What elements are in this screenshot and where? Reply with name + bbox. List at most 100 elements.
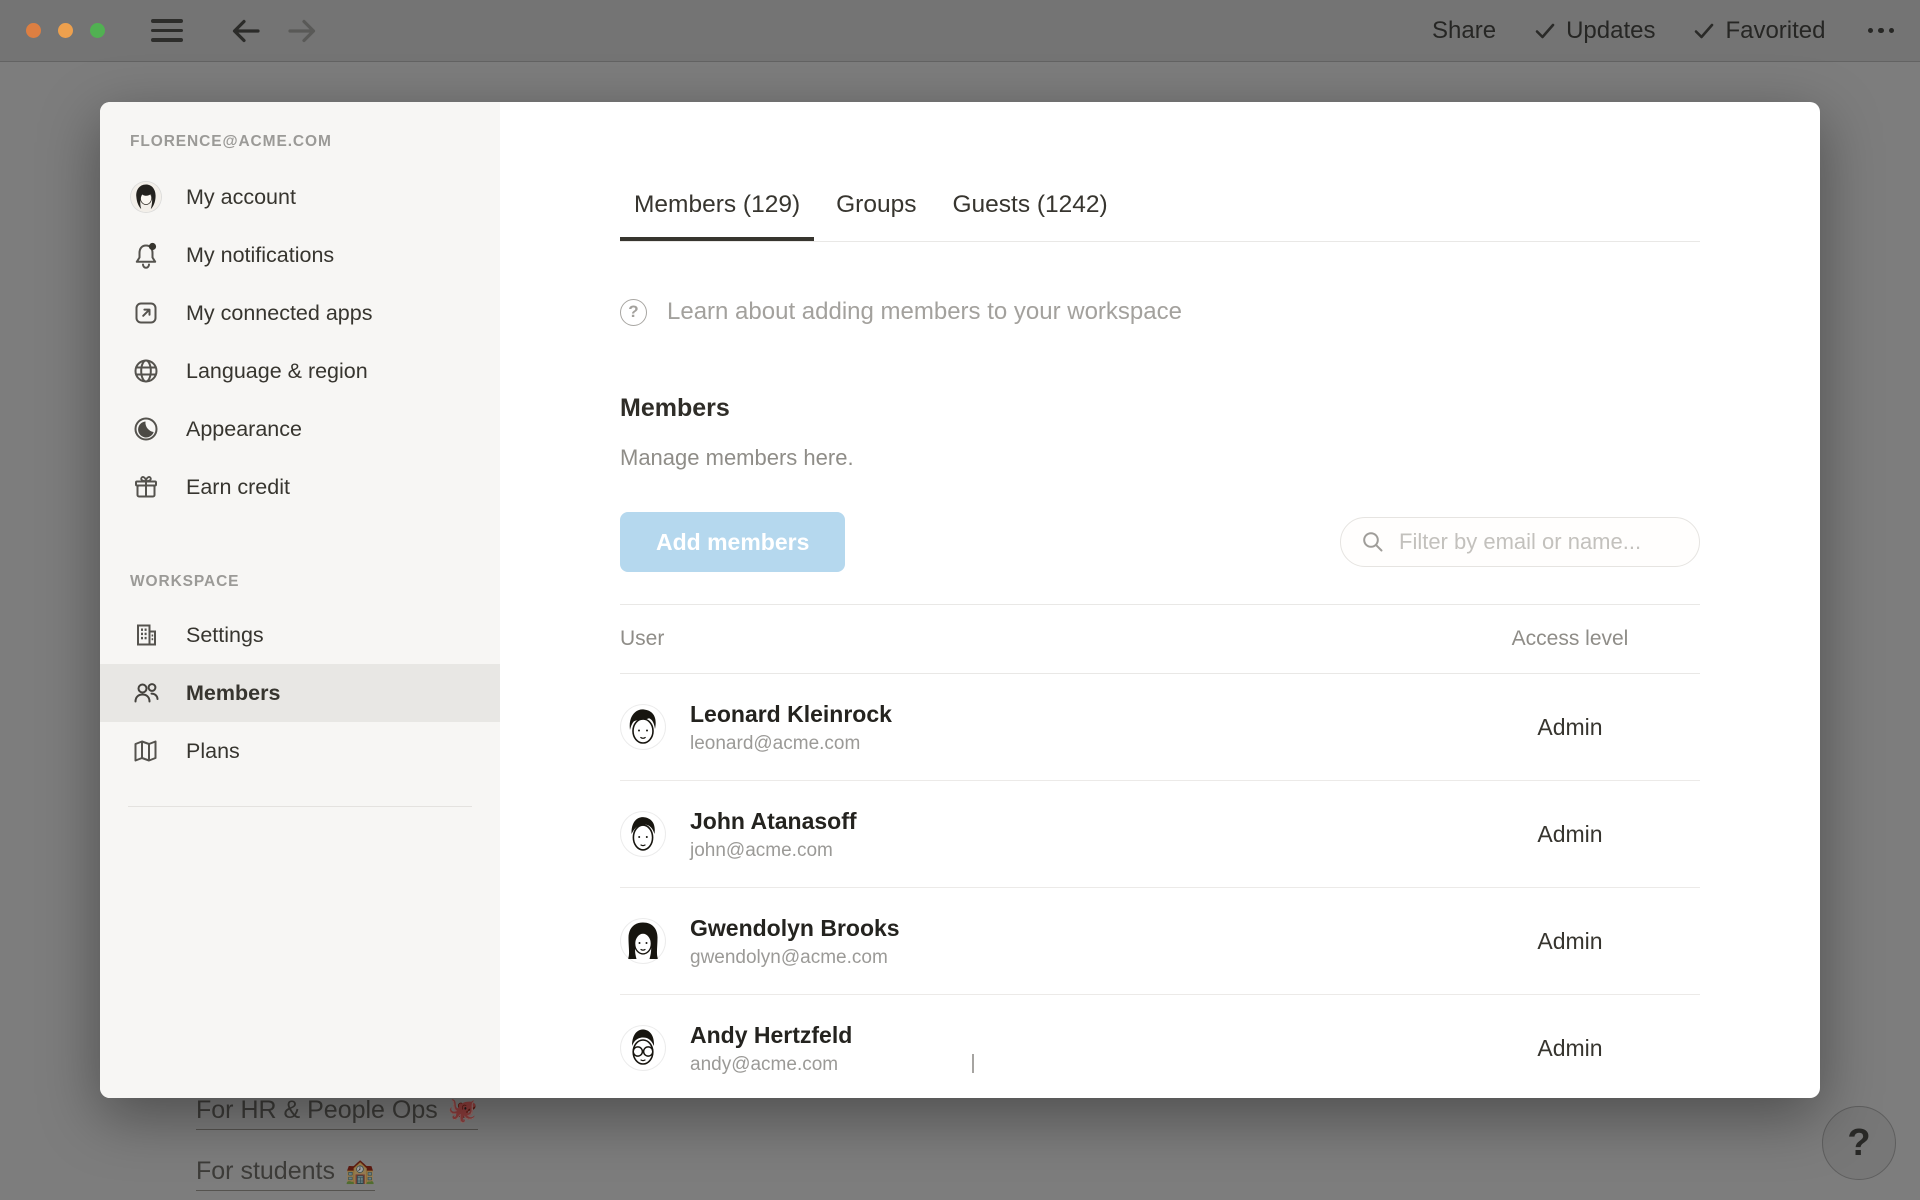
octopus-emoji: 🐙 (448, 1096, 478, 1125)
workspace-section-label: WORKSPACE (100, 570, 500, 594)
check-icon (1693, 22, 1715, 40)
sidebar-item-label: Settings (186, 623, 264, 648)
template-link-label: For students (196, 1157, 335, 1186)
member-row: Andy Hertzfeld andy@acme.com Admin (620, 995, 1700, 1098)
tab-label: Members (129) (634, 191, 800, 219)
search-icon (1361, 530, 1385, 554)
member-email: leonard@acme.com (690, 733, 892, 755)
sidebar-item-label: My connected apps (186, 301, 372, 326)
sidebar-item-label: My notifications (186, 243, 334, 268)
members-table-header: User Access level (620, 604, 1700, 674)
box-arrow-icon (130, 297, 162, 329)
member-email: john@acme.com (690, 840, 857, 862)
filter-input-wrapper (1340, 517, 1700, 567)
minimize-window-button[interactable] (58, 23, 73, 38)
school-emoji: 🏫 (345, 1157, 375, 1186)
filter-members-input[interactable] (1397, 528, 1679, 556)
members-actions-row: Add members (620, 512, 1700, 572)
sidebar-item-appearance[interactable]: Appearance (100, 400, 500, 458)
template-link-label: For HR & People Ops (196, 1096, 438, 1125)
learn-link-label: Learn about adding members to your works… (667, 298, 1182, 326)
close-window-button[interactable] (26, 23, 41, 38)
more-options-button[interactable] (1868, 28, 1895, 34)
members-section-subtitle: Manage members here. (620, 444, 1700, 472)
member-avatar (620, 811, 666, 857)
back-button[interactable] (229, 17, 263, 45)
member-row: John Atanasoff john@acme.com Admin (620, 781, 1700, 888)
member-name: Andy Hertzfeld (690, 1021, 852, 1049)
tab-label: Groups (836, 191, 916, 219)
share-button[interactable]: Share (1432, 17, 1496, 45)
bell-icon (130, 239, 162, 271)
tab-members[interactable]: Members (129) (620, 169, 814, 241)
sidebar-item-language-region[interactable]: Language & region (100, 342, 500, 400)
members-panel: Members (129) Groups Guests (1242) ? Lea… (500, 102, 1820, 1098)
settings-modal: FLORENCE@ACME.COM My account My notifica… (100, 102, 1820, 1098)
favorited-button[interactable]: Favorited (1693, 17, 1825, 45)
traffic-lights (26, 23, 105, 38)
members-section-title: Members (620, 392, 1700, 424)
sidebar-item-members[interactable]: Members (100, 664, 500, 722)
member-email: gwendolyn@acme.com (690, 947, 900, 969)
member-row: Gwendolyn Brooks gwendolyn@acme.com Admi… (620, 888, 1700, 995)
sidebar-item-my-notifications[interactable]: My notifications (100, 226, 500, 284)
tab-label: Guests (1242) (952, 191, 1107, 219)
people-icon (130, 677, 162, 709)
building-icon (130, 619, 162, 651)
sidebar-item-label: Members (186, 681, 280, 706)
member-access-level[interactable]: Admin (1440, 821, 1700, 848)
member-row: Leonard Kleinrock leonard@acme.com Admin (620, 674, 1700, 781)
help-button[interactable]: ? (1822, 1106, 1896, 1180)
sidebar-item-earn-credit[interactable]: Earn credit (100, 458, 500, 516)
member-name: Gwendolyn Brooks (690, 914, 900, 942)
sidebar-item-label: Earn credit (186, 475, 290, 500)
share-label: Share (1432, 17, 1496, 45)
sidebar-item-settings[interactable]: Settings (100, 606, 500, 664)
member-avatar (620, 1025, 666, 1071)
member-access-level[interactable]: Admin (1440, 1035, 1700, 1062)
sidebar-menu-button[interactable] (151, 19, 183, 41)
column-header-user: User (620, 627, 1440, 651)
updates-label: Updates (1566, 17, 1655, 45)
circled-question-icon: ? (620, 299, 647, 326)
sidebar-divider (128, 806, 472, 807)
add-members-button[interactable]: Add members (620, 512, 845, 572)
window-toolbar: Share Updates Favorited (0, 0, 1920, 62)
member-access-level[interactable]: Admin (1440, 928, 1700, 955)
updates-button[interactable]: Updates (1534, 17, 1655, 45)
member-name: Leonard Kleinrock (690, 700, 892, 728)
sidebar-item-my-connected-apps[interactable]: My connected apps (100, 284, 500, 342)
question-mark-icon: ? (1847, 1122, 1870, 1165)
sidebar-item-plans[interactable]: Plans (100, 722, 500, 780)
moon-icon (130, 413, 162, 445)
sidebar-item-label: Language & region (186, 359, 368, 384)
members-tabs: Members (129) Groups Guests (1242) (620, 169, 1700, 242)
zoom-window-button[interactable] (90, 23, 105, 38)
favorited-label: Favorited (1725, 17, 1825, 45)
app-window: { "toolbar": { "share_label": "Share", "… (0, 0, 1920, 1200)
member-email: andy@acme.com (690, 1054, 852, 1076)
member-avatar (620, 704, 666, 750)
account-section-label: FLORENCE@ACME.COM (100, 130, 500, 154)
sidebar-item-label: Appearance (186, 417, 302, 442)
tab-guests[interactable]: Guests (1242) (938, 169, 1121, 241)
arrow-left-icon (229, 17, 263, 45)
arrow-right-icon (285, 17, 319, 45)
sidebar-item-my-account[interactable]: My account (100, 168, 500, 226)
settings-sidebar: FLORENCE@ACME.COM My account My notifica… (100, 102, 500, 1098)
tab-groups[interactable]: Groups (822, 169, 930, 241)
forward-button[interactable] (285, 17, 319, 45)
sidebar-item-label: My account (186, 185, 296, 210)
column-header-access-level: Access level (1440, 627, 1700, 651)
member-name: John Atanasoff (690, 807, 857, 835)
check-icon (1534, 22, 1556, 40)
member-access-level[interactable]: Admin (1440, 714, 1700, 741)
sidebar-item-label: Plans (186, 739, 240, 764)
template-link-hr-people-ops[interactable]: For HR & People Ops 🐙 (196, 1096, 478, 1130)
map-icon (130, 735, 162, 767)
learn-about-members-link[interactable]: ? Learn about adding members to your wor… (620, 298, 1700, 326)
gift-icon (130, 471, 162, 503)
members-table: User Access level Leonard Klei (620, 604, 1700, 1098)
user-avatar-icon (130, 181, 162, 213)
template-link-students[interactable]: For students 🏫 (196, 1157, 375, 1191)
